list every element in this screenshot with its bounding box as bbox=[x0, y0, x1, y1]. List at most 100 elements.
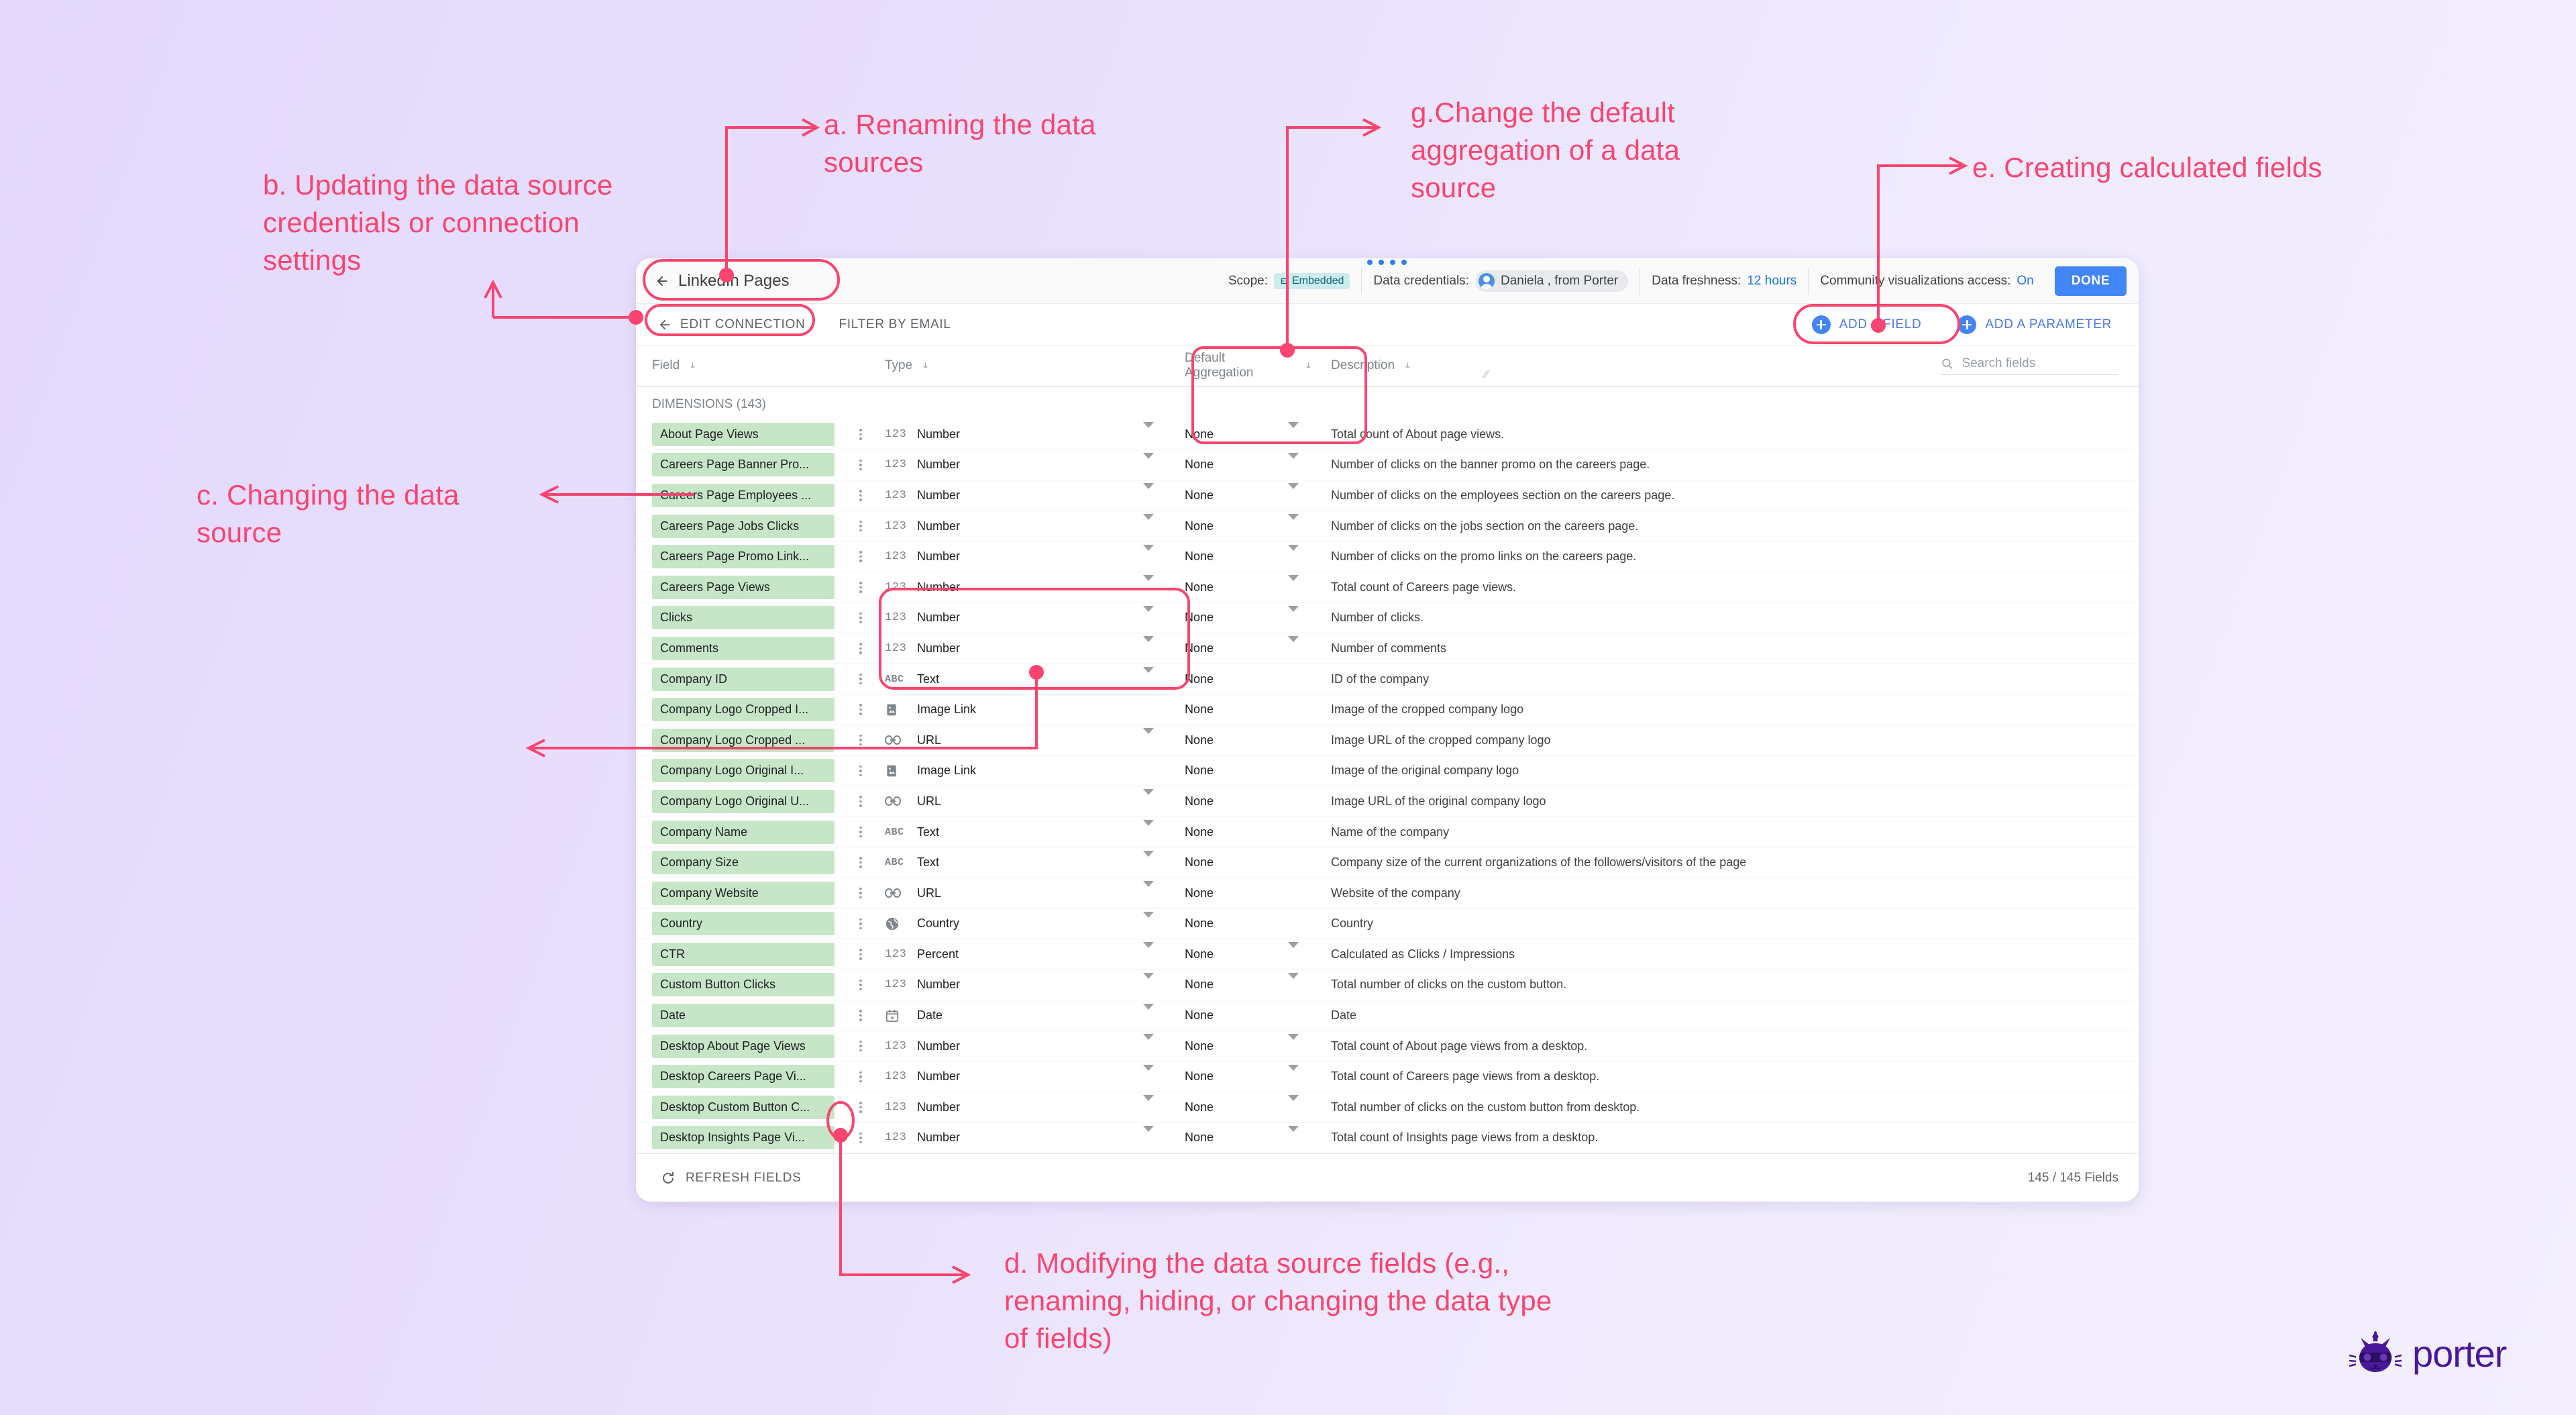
chevron-down-icon[interactable] bbox=[1288, 942, 1299, 960]
field-name-cell[interactable]: Company ID bbox=[636, 667, 847, 691]
community-value[interactable]: On bbox=[2017, 274, 2033, 289]
default-aggregation-cell[interactable]: None bbox=[1166, 483, 1313, 503]
field-name-cell[interactable]: Desktop Careers Page Vi... bbox=[636, 1065, 847, 1089]
chevron-down-icon[interactable] bbox=[1288, 636, 1299, 654]
row-menu-button[interactable] bbox=[847, 643, 874, 654]
default-aggregation-cell[interactable]: None bbox=[1166, 1125, 1313, 1145]
chevron-down-icon[interactable] bbox=[1143, 514, 1154, 532]
field-name-pill[interactable]: Custom Button Clicks bbox=[652, 973, 835, 997]
field-name-pill[interactable]: Careers Page Employees ... bbox=[652, 483, 835, 507]
field-type-cell[interactable]: 123 Number bbox=[874, 972, 1166, 992]
data-credentials-meta[interactable]: Data credentials: Daniela , from Porter bbox=[1362, 267, 1641, 295]
field-name-cell[interactable]: Date bbox=[636, 1004, 847, 1028]
field-type-cell[interactable]: 123 Number bbox=[874, 1095, 1166, 1114]
table-row[interactable]: Desktop Insights Page Vi... 123 Number None… bbox=[636, 1123, 2139, 1154]
default-aggregation-cell[interactable]: None bbox=[1166, 1008, 1313, 1023]
field-name-pill[interactable]: CTR bbox=[652, 942, 835, 966]
row-menu-button[interactable] bbox=[847, 796, 874, 807]
field-type-cell[interactable]: 123 Number bbox=[874, 1034, 1166, 1053]
default-aggregation-cell[interactable]: None bbox=[1166, 1095, 1313, 1114]
column-header-default-aggregation[interactable]: Default Aggregation bbox=[1166, 351, 1313, 380]
chevron-down-icon[interactable] bbox=[1288, 575, 1299, 593]
field-type-cell[interactable]: 123 Number bbox=[874, 422, 1166, 441]
table-row[interactable]: Careers Page Promo Link... 123 Number None N… bbox=[636, 541, 2139, 572]
table-row[interactable]: Comments 123 Number None Number of comments bbox=[636, 633, 2139, 664]
row-menu-button[interactable] bbox=[847, 551, 874, 562]
default-aggregation-cell[interactable]: None bbox=[1166, 605, 1313, 625]
default-aggregation-cell[interactable]: None bbox=[1166, 972, 1313, 992]
field-type-cell[interactable]: 123 Percent bbox=[874, 942, 1166, 961]
row-menu-button[interactable] bbox=[847, 704, 874, 715]
row-menu-button[interactable] bbox=[847, 734, 874, 746]
drag-handle-dots-icon[interactable] bbox=[1367, 260, 1407, 265]
field-name-pill[interactable]: Date bbox=[652, 1004, 835, 1028]
field-type-cell[interactable]: 123 Number bbox=[874, 452, 1166, 472]
table-row[interactable]: Careers Page Banner Pro... 123 Number None N… bbox=[636, 450, 2139, 481]
field-name-cell[interactable]: Company Website bbox=[636, 881, 847, 905]
chevron-down-icon[interactable] bbox=[1143, 1095, 1154, 1113]
freshness-value[interactable]: 12 hours bbox=[1747, 274, 1796, 289]
field-type-cell[interactable]: 123 Number bbox=[874, 1125, 1166, 1145]
default-aggregation-cell[interactable]: None bbox=[1166, 544, 1313, 564]
field-type-cell[interactable]: 123 Number bbox=[874, 514, 1166, 533]
field-name-cell[interactable]: Careers Page Employees ... bbox=[636, 483, 847, 507]
table-row[interactable]: CTR 123 Percent None Calculated as Clicks / … bbox=[636, 939, 2139, 970]
table-row[interactable]: Company Logo Cropped ... URL None Image URL… bbox=[636, 725, 2139, 756]
row-menu-button[interactable] bbox=[847, 949, 874, 960]
field-type-cell[interactable]: ABC Text bbox=[874, 820, 1166, 839]
field-name-pill[interactable]: Careers Page Jobs Clicks bbox=[652, 514, 835, 538]
chevron-down-icon[interactable] bbox=[1288, 544, 1299, 563]
field-name-cell[interactable]: Desktop Insights Page Vi... bbox=[636, 1126, 847, 1150]
field-name-cell[interactable]: Careers Page Promo Link... bbox=[636, 545, 847, 569]
field-type-cell[interactable]: URL bbox=[874, 881, 1166, 900]
chevron-down-icon[interactable] bbox=[1143, 972, 1154, 991]
refresh-fields-button[interactable]: REFRESH FIELDS bbox=[652, 1165, 809, 1192]
field-name-cell[interactable]: Comments bbox=[636, 636, 847, 660]
field-name-cell[interactable]: Company Size bbox=[636, 851, 847, 875]
chevron-down-icon[interactable] bbox=[1143, 452, 1154, 471]
chevron-down-icon[interactable] bbox=[1288, 514, 1299, 532]
chevron-down-icon[interactable] bbox=[1143, 789, 1154, 807]
field-type-cell[interactable]: 123 Number bbox=[874, 1064, 1166, 1084]
field-name-pill[interactable]: Company Name bbox=[652, 820, 835, 844]
field-name-pill[interactable]: Country bbox=[652, 912, 835, 936]
chevron-down-icon[interactable] bbox=[1143, 605, 1154, 624]
data-source-title-button[interactable]: LinkedIn Pages bbox=[648, 268, 801, 295]
chevron-down-icon[interactable] bbox=[1143, 667, 1154, 685]
chevron-down-icon[interactable] bbox=[1143, 1125, 1154, 1144]
table-row[interactable]: Company Logo Cropped I... Image Link None I… bbox=[636, 694, 2139, 725]
column-header-field[interactable]: Field bbox=[636, 358, 874, 373]
table-row[interactable]: Careers Page Jobs Clicks 123 Number None Num… bbox=[636, 511, 2139, 542]
field-type-cell[interactable]: 123 Number bbox=[874, 544, 1166, 564]
row-menu-button[interactable] bbox=[847, 857, 874, 868]
filter-by-email-button[interactable]: FILTER BY EMAIL bbox=[829, 313, 960, 337]
field-name-pill[interactable]: Company Logo Original U... bbox=[652, 789, 835, 813]
default-aggregation-cell[interactable]: None bbox=[1166, 452, 1313, 472]
chevron-down-icon[interactable] bbox=[1143, 881, 1154, 899]
chevron-down-icon[interactable] bbox=[1143, 483, 1154, 501]
field-type-cell[interactable]: Image Link bbox=[874, 702, 1166, 717]
add-a-parameter-button[interactable]: ADD A PARAMETER bbox=[1949, 311, 2120, 339]
row-menu-button[interactable] bbox=[847, 826, 874, 838]
default-aggregation-cell[interactable]: None bbox=[1166, 1064, 1313, 1084]
chevron-down-icon[interactable] bbox=[1143, 575, 1154, 593]
field-name-cell[interactable]: Careers Page Jobs Clicks bbox=[636, 514, 847, 538]
table-row[interactable]: Desktop Custom Button C... 123 Number None T… bbox=[636, 1092, 2139, 1123]
field-name-pill[interactable]: Desktop Insights Page Vi... bbox=[652, 1126, 835, 1150]
done-button[interactable]: DONE bbox=[2054, 266, 2127, 296]
table-row[interactable]: Careers Page Views 123 Number None Total cou… bbox=[636, 572, 2139, 603]
default-aggregation-cell[interactable]: None bbox=[1166, 825, 1313, 839]
table-row[interactable]: About Page Views 123 Number None Total count… bbox=[636, 419, 2139, 450]
table-row[interactable]: Company Logo Original I... Image Link None… bbox=[636, 756, 2139, 787]
default-aggregation-cell[interactable]: None bbox=[1166, 422, 1313, 441]
field-type-cell[interactable]: Country bbox=[874, 911, 1166, 931]
chevron-down-icon[interactable] bbox=[1143, 728, 1154, 746]
chevron-down-icon[interactable] bbox=[1288, 1064, 1299, 1083]
field-name-cell[interactable]: Desktop Custom Button C... bbox=[636, 1095, 847, 1119]
field-type-cell[interactable]: 123 Number bbox=[874, 605, 1166, 625]
field-type-cell[interactable]: URL bbox=[874, 728, 1166, 747]
chevron-down-icon[interactable] bbox=[1143, 544, 1154, 563]
field-name-cell[interactable]: Company Logo Original I... bbox=[636, 759, 847, 783]
field-name-cell[interactable]: Company Logo Cropped I... bbox=[636, 698, 847, 722]
column-header-type[interactable]: Type bbox=[874, 358, 1166, 373]
